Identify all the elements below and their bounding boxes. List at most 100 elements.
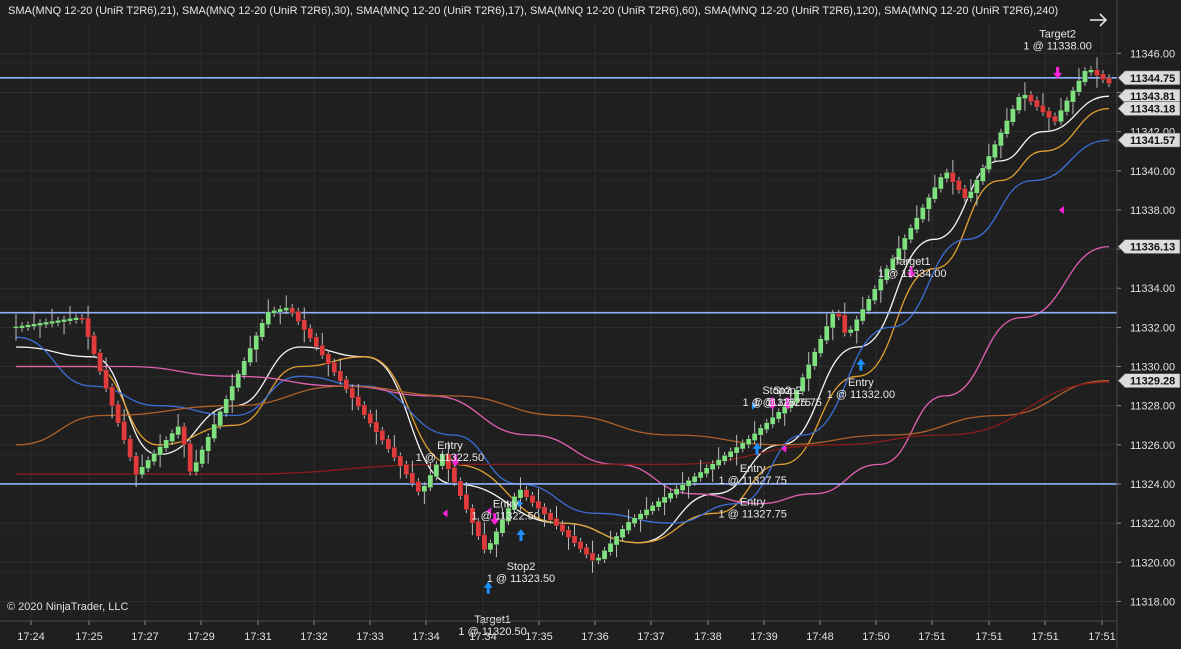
candle-up [241, 360, 248, 376]
y-tick-label: 11322.00 [1130, 518, 1175, 530]
candle-up [1088, 69, 1094, 73]
candle-up [493, 531, 500, 546]
candle-up [709, 463, 716, 470]
x-tick-label: 17:34 [469, 631, 497, 643]
candle-down [409, 472, 416, 484]
candle-down [307, 327, 314, 339]
candle-down [1052, 115, 1058, 123]
candle-down [451, 467, 458, 483]
candle-up [769, 416, 776, 425]
candle-down [565, 529, 572, 538]
candle-up [697, 471, 704, 479]
x-tick-label: 17:37 [637, 631, 665, 643]
candle-up [217, 411, 223, 427]
candle-up [745, 438, 752, 446]
candle-up [691, 475, 698, 483]
annotation-price: 1 @ 11332.00 [827, 389, 895, 401]
x-tick-label: 17:29 [187, 631, 215, 643]
candle-up [151, 452, 157, 463]
y-tick-label: 11326.00 [1130, 440, 1175, 452]
candle-up [175, 426, 181, 436]
candle-down [589, 552, 596, 561]
candle-up [229, 385, 235, 401]
candle-up [1076, 80, 1082, 93]
candle-down [97, 352, 103, 372]
candle-up [685, 480, 692, 487]
candle-up [673, 488, 680, 495]
annotation-label: Entry [740, 463, 766, 475]
candle-down [121, 421, 127, 441]
candle-down [79, 317, 85, 321]
annotation-price: 1 @ 11338.00 [1023, 41, 1091, 53]
annotation-price: 1 @ 11322.50 [471, 510, 539, 522]
y-tick-label: 11324.00 [1130, 479, 1175, 491]
candle-down [950, 172, 956, 183]
annotation-label: Entry [740, 497, 766, 509]
candle-down [583, 546, 590, 556]
candle-up [739, 442, 746, 450]
annotation-label: Entry [437, 440, 463, 452]
candle-up [277, 308, 284, 313]
candle-up [169, 432, 175, 442]
candle-up [619, 528, 626, 539]
annotation-label: Target1 [894, 256, 931, 268]
candle-up [649, 504, 656, 512]
candle-down [962, 188, 968, 199]
candle-up [205, 436, 211, 452]
candle-down [956, 180, 962, 191]
candle-up [817, 338, 824, 354]
annotation-label: Entry [848, 377, 874, 389]
candle-up [968, 191, 974, 199]
candle-up [61, 319, 67, 323]
chart-panel[interactable]: Entry 1 @ 11322.50 Entry 1 @ 11322.50 Stop2 1… [0, 0, 1181, 649]
candle-down [1040, 105, 1046, 113]
candle-up [667, 492, 674, 500]
candle-up [679, 484, 686, 491]
x-tick-label: 17:34 [412, 631, 440, 643]
price-tag-label: 11341.57 [1130, 135, 1175, 147]
candle-up [986, 155, 992, 170]
candle-down [541, 506, 548, 515]
candle-up [19, 325, 25, 329]
candle-up [938, 176, 944, 190]
candle-up [751, 433, 758, 441]
candle-up [859, 308, 866, 322]
x-tick-label: 17:24 [17, 631, 45, 643]
candle-down [187, 442, 193, 473]
candle-down [85, 317, 91, 338]
price-tag-label: 11336.13 [1130, 242, 1175, 254]
candle-down [841, 314, 848, 334]
price-tag-label: 11343.18 [1130, 104, 1175, 116]
x-tick-label: 17:39 [750, 631, 778, 643]
candle-down [295, 310, 302, 322]
annotation-label: Entry [493, 498, 519, 510]
candle-down [391, 447, 398, 458]
x-tick-label: 17:51 [918, 631, 946, 643]
x-tick-label: 17:32 [300, 631, 328, 643]
candle-down [1046, 110, 1052, 119]
y-tick-label: 11328.00 [1130, 401, 1175, 413]
price-chart[interactable]: Entry1 @ 11322.50Entry1 @ 11322.50Stop21… [0, 0, 1181, 649]
candle-up [998, 132, 1004, 147]
candle-up [595, 557, 602, 561]
candle-up [1010, 108, 1016, 123]
candle-up [43, 321, 49, 325]
candle-up [613, 535, 620, 546]
candle-up [643, 509, 650, 516]
candle-down [403, 464, 410, 476]
candle-down [319, 344, 326, 356]
candle-up [823, 325, 830, 341]
candle-down [349, 387, 356, 399]
candle-up [932, 186, 938, 200]
annotation-label: Stop2 [773, 385, 802, 397]
candle-down [397, 455, 404, 467]
candle-up [829, 313, 836, 329]
candle-up [847, 329, 854, 334]
candle-up [926, 197, 932, 210]
candle-down [475, 520, 482, 537]
candle-down [313, 336, 320, 348]
copyright-text: © 2020 NinjaTrader, LLC [7, 601, 128, 613]
candle-down [103, 369, 109, 389]
candle-up [73, 317, 79, 321]
candle-up [721, 455, 728, 462]
